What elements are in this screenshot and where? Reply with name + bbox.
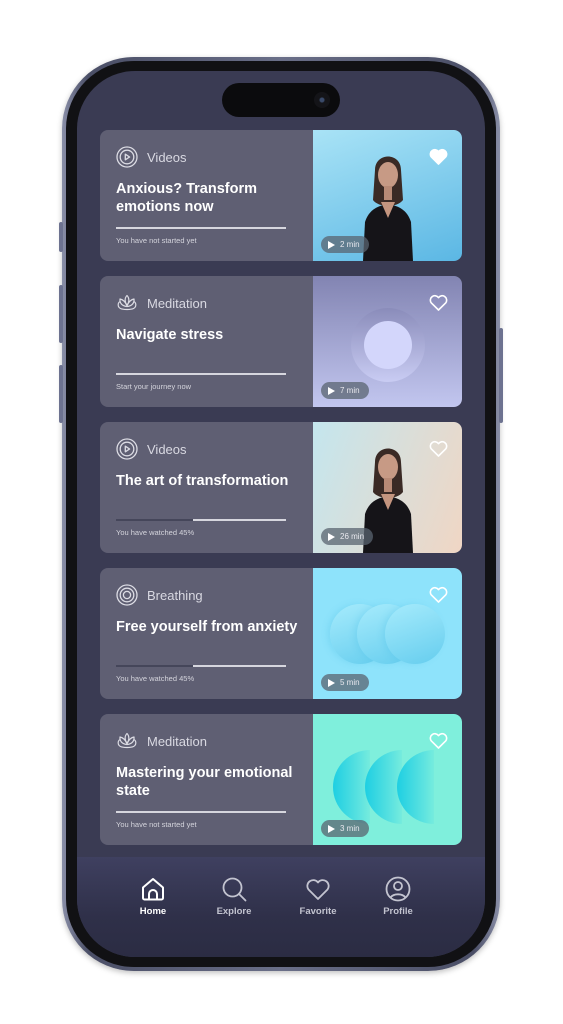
tab-label: Home [139,906,167,917]
category-label: Breathing [147,587,203,603]
card-thumbnail[interactable]: 3 min [313,714,462,845]
duration-badge: 7 min [321,382,369,399]
duration-badge: 3 min [321,820,369,837]
category-row: Breathing [116,584,203,606]
tab-profile[interactable]: Profile [368,875,428,917]
tab-favorite[interactable]: Favorite [288,875,348,917]
category-label: Videos [147,441,187,457]
favorite-heart-icon[interactable] [429,294,448,311]
favorite-heart-icon[interactable] [429,148,448,165]
progress-bar [116,227,286,229]
duration-badge: 2 min [321,236,369,253]
card-title: Mastering your emotional state [116,765,293,799]
breathing-circle [385,604,445,664]
bottom-tab-bar: Home Explore Favorite Profile [77,857,485,957]
play-circle-icon [116,146,138,168]
duration-label: 2 min [340,240,360,249]
tab-explore[interactable]: Explore [204,875,264,917]
play-icon [328,532,335,541]
camera-icon [314,92,330,108]
lotus-icon [116,292,138,314]
card-info: Meditation Mastering your emotional stat… [100,714,313,845]
duration-badge: 5 min [321,674,369,691]
tab-label: Explore [216,906,252,917]
duration-badge: 26 min [321,528,374,545]
progress-status: You have watched 45% [116,528,195,537]
category-label: Meditation [147,733,207,749]
content-card[interactable]: Videos The art of transformation You hav… [100,422,462,553]
duration-label: 5 min [340,678,360,687]
progress-bar [116,811,286,813]
play-icon [328,240,335,249]
progress-bar [116,665,286,667]
tab-label: Profile [383,906,413,917]
progress-fill [116,519,193,521]
tab-label: Favorite [299,906,337,917]
duration-label: 3 min [340,824,360,833]
app-screen: Videos Anxious? Transform emotions now Y… [77,71,485,957]
favorite-heart-icon[interactable] [429,440,448,457]
progress-fill [116,665,193,667]
progress-status: You have not started yet [116,820,197,829]
content-card[interactable]: Breathing Free yourself from anxiety You… [100,568,462,699]
play-icon [328,678,335,687]
content-card[interactable]: Videos Anxious? Transform emotions now Y… [100,130,462,261]
progress-bar [116,519,286,521]
progress-status: You have watched 45% [116,674,195,683]
card-thumbnail[interactable]: 2 min [313,130,462,261]
content-card[interactable]: Meditation Navigate stress Start your jo… [100,276,462,407]
card-thumbnail[interactable]: 26 min [313,422,462,553]
play-icon [328,824,335,833]
profile-icon [385,876,411,902]
play-circle-icon [116,438,138,460]
lotus-icon [116,730,138,752]
card-title: Free yourself from anxiety [116,619,298,635]
card-title: Anxious? Transform emotions now [116,181,257,215]
volume-down-button [59,365,63,423]
card-title: Navigate stress [116,327,224,343]
heart-icon [306,879,330,900]
tab-home[interactable]: Home [123,875,183,917]
home-icon [142,878,164,901]
category-row: Videos [116,146,187,168]
category-label: Videos [147,149,187,165]
category-label: Meditation [147,295,207,311]
power-button [499,328,503,423]
category-row: Meditation [116,730,207,752]
card-title: The art of transformation [116,473,289,489]
progress-bar [116,373,286,375]
card-info: Breathing Free yourself from anxiety You… [100,568,313,699]
meditation-circle-inner [364,321,412,369]
dynamic-island [222,83,340,117]
concentric-circles-icon [116,584,138,606]
search-icon [222,877,247,902]
duration-label: 26 min [340,532,365,541]
duration-label: 7 min [340,386,360,395]
progress-status: Start your journey now [116,382,192,391]
volume-up-button [59,285,63,343]
card-info: Videos The art of transformation You hav… [100,422,313,553]
card-thumbnail[interactable]: 5 min [313,568,462,699]
card-info: Meditation Navigate stress Start your jo… [100,276,313,407]
card-thumbnail[interactable]: 7 min [313,276,462,407]
play-icon [328,386,335,395]
content-card[interactable]: Meditation Mastering your emotional stat… [100,714,462,845]
card-info: Videos Anxious? Transform emotions now Y… [100,130,313,261]
favorite-heart-icon[interactable] [429,732,448,749]
action-button [59,222,63,252]
half-circle-shape [397,750,434,824]
category-row: Meditation [116,292,207,314]
favorite-heart-icon[interactable] [429,586,448,603]
progress-status: You have not started yet [116,236,197,245]
category-row: Videos [116,438,187,460]
